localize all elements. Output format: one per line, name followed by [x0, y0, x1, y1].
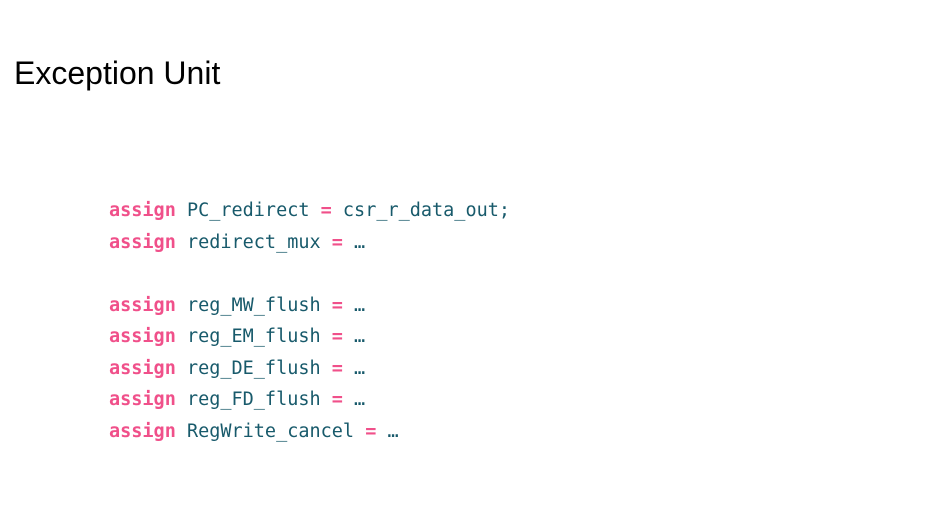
assign-target: reg_MW_flush: [186, 294, 321, 316]
equals-operator: =: [331, 294, 343, 316]
code-line-reg-de-flush: assign reg_DE_flush = …: [109, 353, 510, 385]
equals-operator: =: [331, 389, 343, 410]
assign-target: reg_EM_flush: [186, 326, 321, 347]
assign-target: reg_DE_flush: [186, 357, 321, 379]
equals-operator: =: [331, 357, 343, 379]
assign-keyword: assign: [109, 231, 176, 253]
assign-value: …: [354, 294, 366, 316]
equals-operator: =: [320, 200, 332, 221]
equals-operator: =: [365, 420, 377, 442]
assign-target: reg_FD_flush: [186, 389, 321, 410]
assign-keyword: assign: [109, 326, 176, 347]
equals-operator: =: [331, 231, 343, 253]
assign-value: …: [354, 389, 366, 410]
slide-title: Exception Unit: [14, 55, 221, 91]
assign-keyword: assign: [109, 357, 176, 379]
assign-target: RegWrite_cancel: [186, 420, 355, 442]
code-line-redirect-mux: assign redirect_mux = …: [109, 227, 510, 259]
assign-value: …: [354, 326, 366, 347]
assign-keyword: assign: [109, 200, 176, 221]
code-block: assign PC_redirect = csr_r_data_out; ass…: [109, 195, 510, 447]
assign-value: csr_r_data_out;: [342, 200, 510, 221]
assign-target: PC_redirect: [186, 200, 310, 221]
assign-keyword: assign: [109, 294, 176, 316]
assign-keyword: assign: [109, 389, 176, 410]
code-line-reg-fd-flush: assign reg_FD_flush = …: [109, 384, 510, 416]
equals-operator: =: [331, 326, 343, 347]
assign-keyword: assign: [109, 420, 176, 442]
code-line-pc-redirect: assign PC_redirect = csr_r_data_out;: [109, 195, 510, 227]
assign-value: …: [354, 231, 366, 253]
code-line-reg-em-flush: assign reg_EM_flush = …: [109, 321, 510, 353]
code-line-reg-mw-flush: assign reg_MW_flush = …: [109, 290, 510, 322]
assign-value: …: [387, 420, 399, 442]
assign-value: …: [354, 357, 366, 379]
code-line-regwrite-cancel: assign RegWrite_cancel = …: [109, 416, 510, 448]
assign-target: redirect_mux: [186, 231, 321, 253]
